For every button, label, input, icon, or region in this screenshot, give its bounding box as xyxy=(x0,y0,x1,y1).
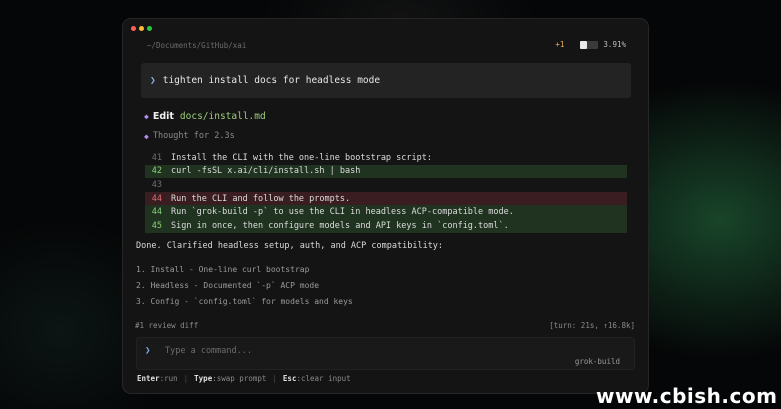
diff-line-text: Install the CLI with the one-line bootst… xyxy=(171,152,432,163)
diff-line-text: Run the CLI and follow the prompts. xyxy=(171,193,351,204)
hint-action: :run xyxy=(159,374,178,383)
summary-item: 2. Headless - Documented `-p` ACP mode xyxy=(136,281,320,290)
status-indicators: +1 3.91% xyxy=(555,40,626,49)
context-usage-bar xyxy=(580,40,599,49)
context-usage-fill xyxy=(580,40,588,49)
thought-indicator[interactable]: ◆ Thought for 2.3s xyxy=(144,131,235,141)
summary-item: 3. Config - `config.toml` for models and… xyxy=(136,297,353,306)
diff-line-text: Run `grok-build -p` to use the CLI in he… xyxy=(171,207,514,218)
thought-text: Thought for 2.3s xyxy=(152,131,235,141)
diamond-icon: ◆ xyxy=(144,112,149,121)
maximize-button[interactable] xyxy=(147,26,152,31)
change-count: +1 xyxy=(555,40,565,49)
diff-line-add: 42 curl -fsSL x.ai/cli/install.sh | bash xyxy=(145,164,627,179)
prompt-chevron-icon: ❯ xyxy=(150,75,156,86)
hint-action: :clear input xyxy=(296,374,351,383)
summary-done: Done. Clarified headless setup, auth, an… xyxy=(136,241,444,251)
close-button[interactable] xyxy=(131,26,136,31)
summary-list: 1. Install - One-line curl bootstrap 2. H… xyxy=(136,262,353,310)
context-usage-percent: 3.91% xyxy=(603,40,626,49)
hint-key: Esc xyxy=(282,374,297,383)
diff-line-number: 45 xyxy=(151,220,162,231)
diff-line-number: 44 xyxy=(151,193,162,204)
edit-action[interactable]: ◆ Edit docs/install.md xyxy=(144,111,266,122)
watermark: www.cbish.com xyxy=(596,384,778,408)
user-prompt-text: tighten install docs for headless mode xyxy=(162,75,381,86)
diamond-icon: ◆ xyxy=(144,131,149,141)
command-chevron-icon: ❯ xyxy=(145,346,151,356)
hint-key: Type xyxy=(194,374,213,383)
diff-view: 41 Install the CLI with the one-line boot… xyxy=(145,151,627,233)
keyboard-hints: Enter:run | Type:swap prompt | Esc:clear inp… xyxy=(137,374,351,383)
hint-separator: | xyxy=(272,374,277,383)
user-prompt: ❯ tighten install docs for headless mode xyxy=(141,63,631,98)
command-input[interactable] xyxy=(165,344,465,358)
turn-stats: [turn: 21s, ↑16.8k] xyxy=(549,321,635,330)
diff-line-add: 45 Sign in once, then configure models an… xyxy=(145,218,627,233)
diff-line-number: 44 xyxy=(151,207,162,218)
diff-line-text: curl -fsSL x.ai/cli/install.sh | bash xyxy=(171,166,361,177)
diff-line-del: 44 Run the CLI and follow the prompts. xyxy=(145,191,627,206)
diff-line-number: 43 xyxy=(151,179,162,190)
review-diff-link[interactable]: #1 review diff xyxy=(135,321,198,330)
diff-line-number: 42 xyxy=(151,166,162,177)
diff-line-text: Sign in once, then configure models and … xyxy=(171,220,509,231)
diff-line-number: 41 xyxy=(151,152,162,163)
terminal-window: ~/Documents/GitHub/xai +1 3.91% ❯ tighte… xyxy=(122,18,649,394)
edit-file-path[interactable]: docs/install.md xyxy=(180,111,266,122)
command-box[interactable]: ❯ grok-build xyxy=(136,337,635,370)
edit-verb: Edit xyxy=(152,111,174,122)
diff-line-add: 44 Run `grok-build -p` to use the CLI in … xyxy=(145,205,627,219)
hint-key: Enter xyxy=(137,374,160,383)
window-controls xyxy=(131,26,152,31)
summary-item: 1. Install - One-line curl bootstrap xyxy=(136,265,310,274)
diff-line-context: 43 xyxy=(145,178,627,192)
model-name[interactable]: grok-build xyxy=(575,357,620,366)
hint-separator: | xyxy=(183,374,189,383)
minimize-button[interactable] xyxy=(139,26,144,31)
diff-line-context: 41 Install the CLI with the one-line boot… xyxy=(145,151,627,165)
hint-action: :swap prompt xyxy=(212,374,267,383)
working-directory: ~/Documents/GitHub/xai xyxy=(147,41,247,50)
